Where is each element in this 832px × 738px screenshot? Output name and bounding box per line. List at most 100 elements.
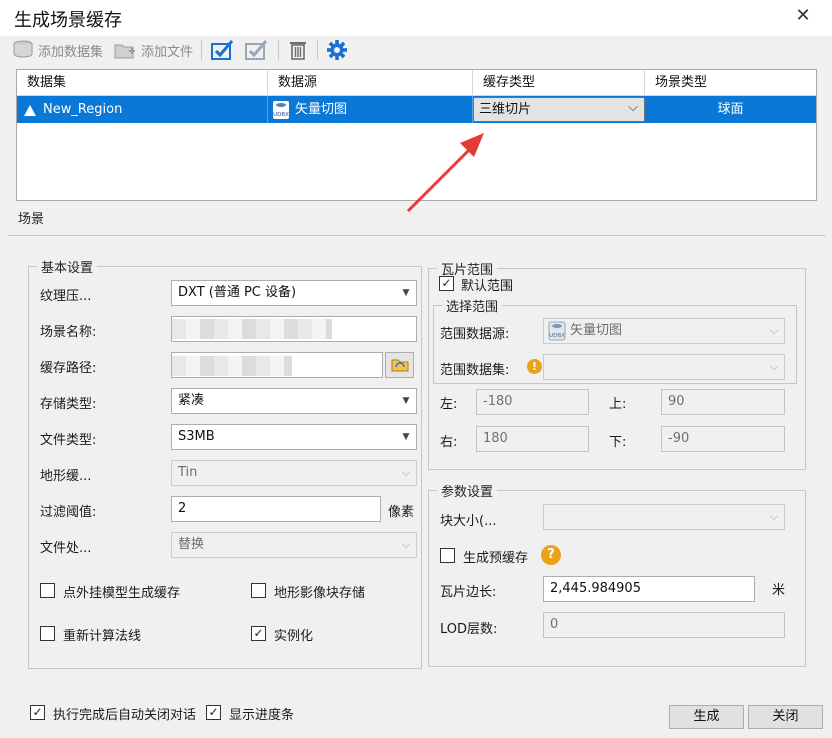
cache-path-label: 缓存路径: — [40, 361, 97, 376]
cache-type-dropdown[interactable]: 三维切片 ⌵ — [473, 97, 645, 122]
default-extent-checkbox[interactable]: ✓ — [439, 276, 454, 291]
add-dataset-label: 添加数据集 — [38, 44, 104, 60]
left-bound-field[interactable]: -180 — [476, 389, 589, 415]
bottom-label: 下: — [609, 435, 627, 450]
select-extent-legend: 选择范围 — [446, 300, 499, 315]
dataset-name: New_Region — [43, 102, 123, 117]
chevron-down-icon: ⌵ — [401, 466, 411, 479]
terrain-cache-value: Tin — [178, 465, 198, 480]
tile-edge-unit-label: 米 — [772, 583, 786, 598]
file-type-dropdown[interactable]: S3MB ▼ — [171, 424, 417, 450]
cell-datasource[interactable]: UDBX 矢量切图 — [268, 96, 473, 123]
udbx-datasource-icon: UDBX — [548, 321, 566, 341]
toolbar-separator — [278, 40, 280, 60]
parameter-settings-legend: 参数设置 — [441, 485, 494, 500]
table-row[interactable]: New_Region UDBX 矢量切图 三维切片 ⌵ 球面 — [17, 96, 816, 123]
grid-header: 数据集 数据源 缓存类型 场景类型 — [17, 70, 816, 96]
file-type-value: S3MB — [178, 429, 215, 444]
generate-button[interactable]: 生成 — [669, 705, 744, 729]
cell-dataset[interactable]: New_Region — [17, 96, 268, 123]
filter-threshold-field[interactable]: 2 — [171, 496, 381, 522]
generate-precache-label: 生成预缓存 — [463, 551, 529, 566]
recalc-normal-label: 重新计算法线 — [63, 629, 142, 644]
tile-edge-label: 瓦片边长: — [440, 585, 497, 600]
texture-compression-dropdown[interactable]: DXT (普通 PC 设备) ▼ — [171, 280, 417, 306]
range-datasource-dropdown[interactable]: UDBX 矢量切图 ⌵ — [543, 318, 785, 344]
range-dataset-label: 范围数据集: — [440, 363, 510, 378]
filter-unit-label: 像素 — [388, 505, 415, 520]
terrain-block-storage-checkbox[interactable] — [251, 583, 266, 598]
bottom-bound-field[interactable]: -90 — [661, 426, 785, 452]
range-dataset-dropdown[interactable]: ⌵ — [543, 354, 785, 380]
settings-gear-icon[interactable] — [326, 39, 348, 61]
udbx-datasource-icon: UDBX — [273, 100, 289, 119]
show-progress-label: 显示进度条 — [229, 708, 295, 723]
right-label: 右: — [440, 435, 458, 450]
column-header-dataset[interactable]: 数据集 — [17, 70, 268, 96]
tile-edge-field[interactable]: 2,445.984905 — [543, 576, 755, 602]
dropdown-arrow-icon: ▼ — [402, 396, 410, 406]
redacted-text — [172, 356, 292, 376]
check-selected-icon[interactable] — [244, 39, 270, 61]
cache-path-field[interactable] — [171, 352, 383, 378]
warning-icon: ! — [527, 359, 542, 374]
column-header-datasource[interactable]: 数据源 — [268, 70, 473, 96]
database-icon — [13, 40, 33, 58]
top-bound-field[interactable]: 90 — [661, 389, 785, 415]
datasource-name: 矢量切图 — [295, 102, 348, 117]
open-folder-icon — [391, 359, 408, 372]
right-bound-field[interactable]: 180 — [476, 426, 589, 452]
terrain-cache-label: 地形缓... — [40, 469, 92, 484]
add-folder-icon — [114, 44, 136, 59]
close-button[interactable]: 关闭 — [748, 705, 823, 729]
help-icon[interactable]: ? — [541, 545, 561, 565]
block-size-dropdown[interactable]: ⌵ — [543, 504, 785, 530]
recalc-normal-checkbox[interactable] — [40, 626, 55, 641]
toolbar: 添加数据集 添加文件 — [12, 38, 348, 62]
chevron-down-icon: ⌵ — [769, 510, 779, 523]
tab-divider — [8, 235, 826, 236]
browse-folder-button[interactable] — [385, 352, 414, 378]
tab-scene[interactable]: 场景 — [18, 208, 44, 227]
dropdown-arrow-icon: ▼ — [402, 432, 410, 442]
texture-compression-label: 纹理压... — [40, 289, 92, 304]
region-dataset-icon — [24, 104, 36, 116]
lod-levels-label: LOD层数: — [440, 622, 498, 637]
point-model-cache-checkbox[interactable] — [40, 583, 55, 598]
default-extent-label: 默认范围 — [461, 279, 514, 294]
top-label: 上: — [609, 397, 627, 412]
window-title: 生成场景缓存 — [14, 10, 122, 31]
add-file-button[interactable]: 添加文件 — [113, 40, 193, 60]
add-dataset-button[interactable]: 添加数据集 — [12, 40, 103, 60]
delete-icon[interactable] — [287, 39, 309, 61]
close-window-button[interactable]: ✕ — [793, 5, 813, 27]
basic-settings-legend: 基本设置 — [41, 261, 94, 276]
lod-levels-field[interactable]: 0 — [543, 612, 785, 638]
scene-name-field[interactable] — [171, 316, 417, 342]
instancing-label: 实例化 — [274, 629, 314, 644]
column-header-scene-type[interactable]: 场景类型 — [645, 70, 816, 96]
dropdown-arrow-icon: ▼ — [402, 288, 410, 298]
instancing-checkbox[interactable]: ✓ — [251, 626, 266, 641]
svg-text:UDBX: UDBX — [549, 333, 565, 339]
storage-type-dropdown[interactable]: 紧凑 ▼ — [171, 388, 417, 414]
storage-type-label: 存储类型: — [40, 397, 97, 412]
column-header-cache-type[interactable]: 缓存类型 — [473, 70, 645, 96]
chevron-down-icon: ⌵ — [769, 360, 779, 373]
annotation-arrow-icon — [406, 133, 484, 213]
toolbar-separator — [201, 40, 203, 60]
check-all-icon[interactable] — [210, 39, 236, 61]
chevron-down-icon: ⌵ — [769, 324, 779, 337]
range-datasource-value: 矢量切图 — [570, 323, 623, 338]
cell-scene-type[interactable]: 球面 — [645, 96, 816, 123]
texture-compression-value: DXT (普通 PC 设备) — [178, 285, 297, 300]
chevron-down-icon: ⌵ — [401, 538, 411, 551]
generate-precache-checkbox[interactable] — [440, 548, 455, 563]
file-processing-dropdown[interactable]: 替换 ⌵ — [171, 532, 417, 558]
left-label: 左: — [440, 397, 458, 412]
show-progress-checkbox[interactable]: ✓ — [206, 705, 221, 720]
auto-close-checkbox[interactable]: ✓ — [30, 705, 45, 720]
point-model-cache-label: 点外挂模型生成缓存 — [63, 586, 181, 601]
file-processing-value: 替换 — [178, 537, 205, 552]
terrain-cache-dropdown[interactable]: Tin ⌵ — [171, 460, 417, 486]
